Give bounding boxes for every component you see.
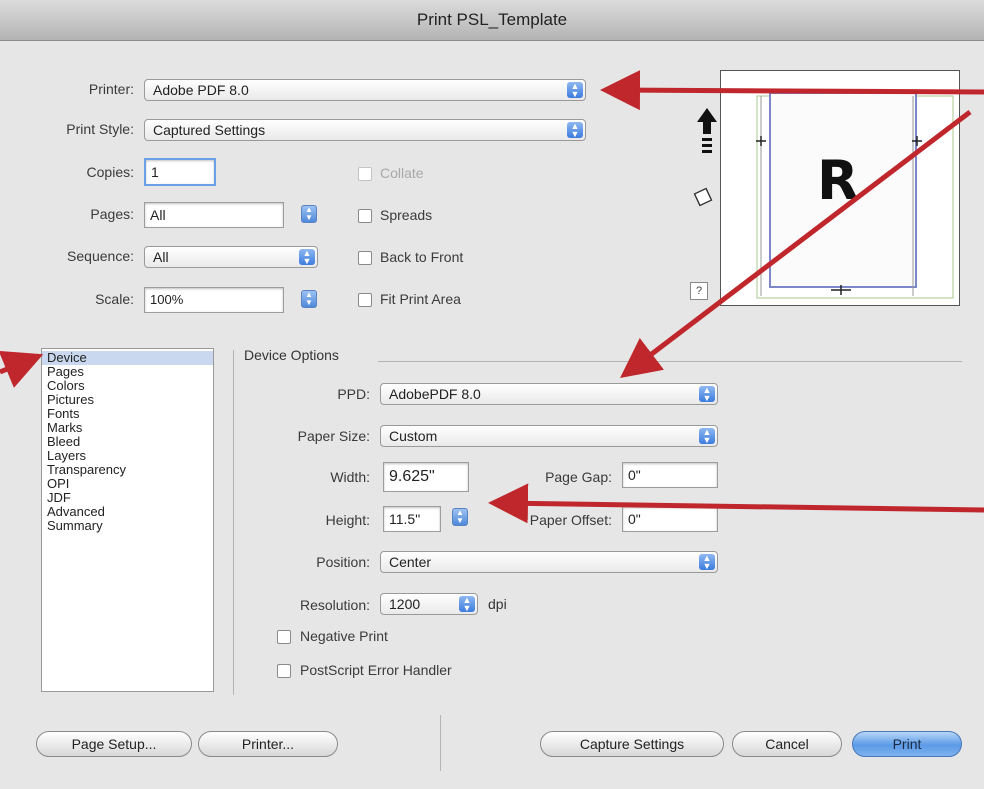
resolution-unit: dpi	[488, 596, 507, 612]
position-label: Position:	[316, 554, 370, 570]
printer-label: Printer:	[88, 81, 134, 97]
print-style-select[interactable]: Captured Settings ▲ ▼	[144, 119, 586, 141]
width-label: Width:	[330, 469, 370, 485]
arrow-to-height	[488, 483, 984, 524]
window-title: Print PSL_Template	[0, 0, 984, 41]
paper-size-arrows-icon: ▲ ▼	[699, 428, 715, 445]
resolution-value: 1200	[389, 596, 421, 612]
category-item-transparency[interactable]: Transparency	[42, 463, 213, 477]
category-item-layers[interactable]: Layers	[42, 449, 213, 463]
printer-value: Adobe PDF 8.0	[153, 82, 249, 98]
print-style-arrows-icon: ▲ ▼	[567, 122, 583, 139]
category-item-pages[interactable]: Pages	[42, 365, 213, 379]
negative-print-label: Negative Print	[300, 628, 388, 644]
ps-error-handler-checkbox[interactable]	[277, 664, 291, 678]
paper-size-select[interactable]: Custom ▲ ▼	[380, 425, 718, 447]
pages-label: Pages:	[90, 206, 134, 222]
button-divider	[440, 715, 441, 771]
copies-field[interactable]: 1	[144, 158, 216, 186]
print-preview: R	[720, 70, 960, 306]
copies-label: Copies:	[86, 164, 134, 180]
pages-stepper[interactable]: ▲ ▼	[301, 205, 317, 223]
printer-button[interactable]: Printer...	[198, 731, 338, 757]
device-options-title: Device Options	[244, 347, 339, 363]
pages-field[interactable]: All	[144, 202, 284, 228]
category-item-jdf[interactable]: JDF	[42, 491, 213, 505]
fit-print-area-label: Fit Print Area	[380, 291, 461, 307]
spreads-checkbox[interactable]	[358, 209, 372, 223]
height-field[interactable]: 11.5"	[383, 506, 441, 532]
vertical-divider	[233, 350, 234, 695]
ppd-select[interactable]: AdobePDF 8.0 ▲ ▼	[380, 383, 718, 405]
page-gap-field[interactable]: 0"	[622, 462, 718, 488]
category-item-advanced[interactable]: Advanced	[42, 505, 213, 519]
category-item-colors[interactable]: Colors	[42, 379, 213, 393]
position-select[interactable]: Center ▲ ▼	[380, 551, 718, 573]
height-stepper[interactable]: ▲ ▼	[452, 508, 468, 526]
scale-stepper[interactable]: ▲ ▼	[301, 290, 317, 308]
page-setup-button[interactable]: Page Setup...	[36, 731, 192, 757]
scale-label: Scale:	[95, 291, 134, 307]
print-style-value: Captured Settings	[153, 122, 266, 138]
cancel-button[interactable]: Cancel	[732, 731, 842, 757]
resolution-label: Resolution:	[299, 597, 370, 613]
scale-field[interactable]: 100%	[144, 287, 284, 313]
ppd-label: PPD:	[337, 386, 370, 402]
paper-size-label: Paper Size:	[297, 428, 370, 444]
back-to-front-checkbox[interactable]	[358, 251, 372, 265]
paper-offset-field[interactable]: 0"	[622, 506, 718, 532]
paper-size-value: Custom	[389, 428, 438, 444]
page-gap-label: Page Gap:	[545, 469, 612, 485]
print-style-label: Print Style:	[66, 121, 134, 137]
sequence-label: Sequence:	[67, 248, 134, 264]
negative-print-checkbox[interactable]	[277, 630, 291, 644]
ppd-value: AdobePDF 8.0	[389, 386, 481, 402]
preview-help-button[interactable]: ?	[690, 282, 708, 300]
ps-error-handler-label: PostScript Error Handler	[300, 662, 452, 678]
sequence-arrows-icon: ▲ ▼	[299, 249, 315, 266]
category-item-pictures[interactable]: Pictures	[42, 393, 213, 407]
category-item-summary[interactable]: Summary	[42, 519, 213, 533]
category-list: Device Pages Colors Pictures Fonts Marks Bleed…	[41, 348, 214, 692]
print-button[interactable]: Print	[852, 731, 962, 757]
sequence-value: All	[153, 249, 169, 265]
paper-offset-label: Paper Offset:	[529, 512, 612, 528]
position-arrows-icon: ▲ ▼	[699, 554, 715, 571]
capture-settings-button[interactable]: Capture Settings	[540, 731, 724, 757]
category-item-bleed[interactable]: Bleed	[42, 435, 213, 449]
category-item-device[interactable]: Device	[42, 351, 213, 365]
preview-letter: R	[817, 149, 859, 212]
sequence-select[interactable]: All ▲ ▼	[144, 246, 318, 268]
resolution-arrows-icon: ▲ ▼	[459, 596, 475, 613]
width-field[interactable]: 9.625"	[383, 462, 469, 492]
collate-label: Collate	[380, 165, 424, 181]
resolution-select[interactable]: 1200 ▲ ▼	[380, 593, 478, 615]
back-to-front-label: Back to Front	[380, 249, 464, 265]
category-item-fonts[interactable]: Fonts	[42, 407, 213, 421]
spreads-label: Spreads	[380, 207, 433, 223]
orientation-rotate-icon[interactable]	[692, 186, 714, 208]
category-item-opi[interactable]: OPI	[42, 477, 213, 491]
arrow-to-device	[0, 350, 44, 388]
position-value: Center	[389, 554, 432, 570]
page-up-arrow-icon	[697, 108, 717, 154]
fit-print-area-checkbox[interactable]	[358, 293, 372, 307]
printer-select-arrows-icon: ▲ ▼	[567, 82, 583, 99]
printer-select[interactable]: Adobe PDF 8.0 ▲ ▼	[144, 79, 586, 101]
height-label: Height:	[325, 512, 370, 528]
ppd-arrows-icon: ▲ ▼	[699, 386, 715, 403]
collate-checkbox[interactable]	[358, 167, 372, 181]
device-options-rule	[378, 361, 962, 362]
category-item-marks[interactable]: Marks	[42, 421, 213, 435]
